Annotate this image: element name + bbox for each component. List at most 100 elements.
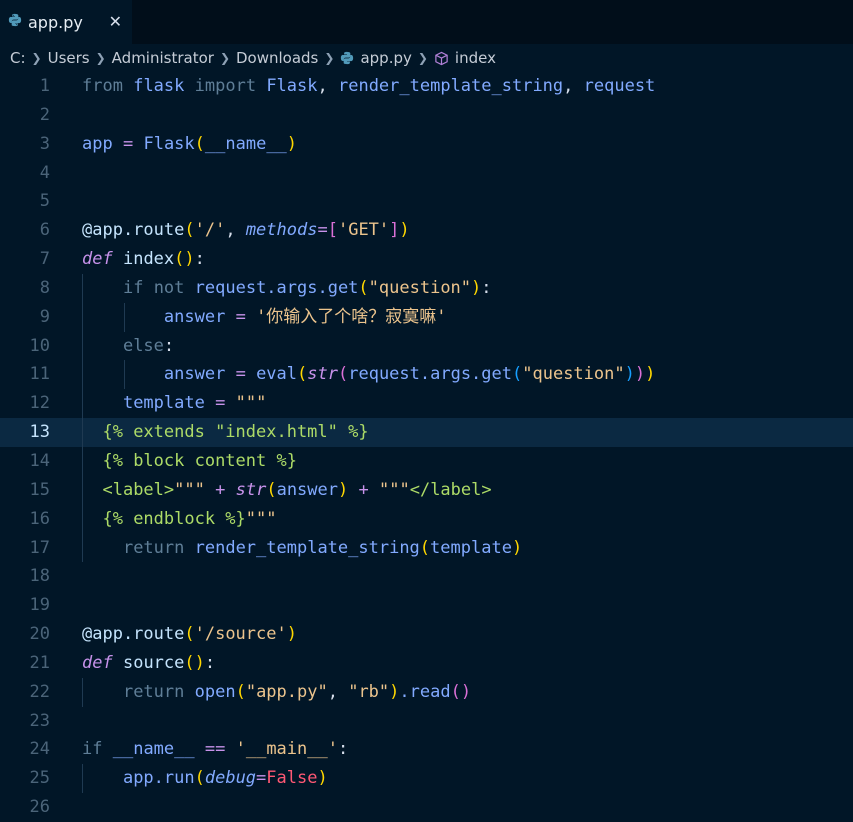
breadcrumb-label: index [454,49,496,67]
code-text: app = Flask(__name__) [82,130,297,159]
line-number: 4 [39,162,50,183]
code-token: .read [399,681,451,702]
tab-bar: app.py ✕ [0,0,853,44]
code-token: ( [358,277,369,298]
code-line[interactable]: 10 else: [0,331,853,361]
code-line[interactable]: 20 @app.route('/source') [0,620,853,649]
line-number: 10 [29,335,50,356]
code-token: ) [624,364,635,385]
code-token: @app.route [82,220,185,241]
tab-app-py[interactable]: app.py ✕ [0,0,132,44]
code-token: "question" [522,364,625,385]
code-line[interactable]: 18 [0,562,853,591]
code-line[interactable]: 19 [0,591,853,620]
code-line[interactable]: 3 app = Flask(__name__) [0,130,853,159]
code-line[interactable]: 26 [0,793,853,822]
code-line[interactable]: 22 return open("app.py", "rb").read() [0,677,853,707]
code-line[interactable]: 13 {% extends "index.html" %} [0,418,853,447]
code-line[interactable]: 1 from flask import Flask, render_templat… [0,72,853,101]
code-token: + [358,479,369,500]
line-number: 5 [39,191,50,212]
code-token: ( [184,220,195,241]
code-token: ) [399,220,410,241]
code-token: source [122,652,185,673]
code-line[interactable]: 7 def index(): [0,245,853,274]
chevron-right-icon: ❯ [324,51,335,65]
line-number: 18 [29,566,50,587]
code-token: , [563,76,584,96]
code-token: ( [194,768,205,789]
code-token: '__main__' [235,739,338,760]
code-line[interactable]: 2 [0,101,853,130]
code-token: eval [256,364,298,385]
breadcrumb-item-symbol[interactable]: index [434,49,496,67]
code-token: """ [379,479,410,500]
line-number: 7 [39,249,50,270]
code-line[interactable]: 4 [0,159,853,188]
code-line[interactable]: 14 {% block content %} [0,446,853,476]
line-number: 23 [29,710,50,731]
code-token: render_template_string [194,537,420,558]
code-token: </label> [409,479,492,500]
code-token: : [337,739,349,760]
breadcrumb-item-drive[interactable]: C: [10,49,26,67]
code-editor[interactable]: 1 from flask import Flask, render_templat… [0,72,853,822]
code-text: {% block content %} [82,447,296,476]
code-text: {% endblock %}""" [82,505,277,534]
code-line[interactable]: 8 if not request.args.get("question"): [0,273,853,303]
code-token: template [430,537,512,558]
code-token: : [481,277,492,298]
code-token: template [122,393,205,414]
python-file-icon [8,13,22,32]
breadcrumb-item-downloads[interactable]: Downloads [236,49,318,67]
code-line[interactable]: 12 template = """ [0,389,853,419]
code-token: def [82,652,113,673]
breadcrumb-item-file[interactable]: app.py [340,49,412,67]
code-line[interactable]: 5 [0,187,853,216]
code-line[interactable]: 6 @app.route('/', methods=['GET']) [0,216,853,245]
code-line[interactable]: 24 if __name__ == '__main__': [0,735,853,764]
breadcrumb-item-users[interactable]: Users [48,49,90,67]
code-token: index [122,249,175,270]
line-number: 15 [29,479,50,500]
code-line[interactable]: 23 [0,707,853,736]
code-token: : [204,652,216,673]
code-token: () [174,249,195,270]
code-token: ( [297,364,308,385]
code-token: {% endblock %} [102,508,246,529]
code-token: ( [184,624,195,645]
line-number: 3 [39,133,50,154]
code-text: return render_template_string(template) [82,534,522,563]
breadcrumb-label: Administrator [111,49,214,67]
code-token: '/' [194,220,226,241]
close-icon[interactable]: ✕ [109,12,122,31]
code-token: import [194,76,257,96]
code-line[interactable]: 15 <label>""" + str(answer) + """</label… [0,475,853,505]
code-line[interactable]: 11 answer = eval(str(request.args.get("q… [0,360,853,390]
line-number: 26 [29,797,50,818]
code-line[interactable]: 21 def source(): [0,649,853,678]
code-token: """ [245,508,277,529]
code-token: Flask [266,76,318,96]
code-line[interactable]: 16 {% endblock %}""" [0,504,853,534]
code-token: app [82,133,113,154]
code-text: app.run(debug=False) [82,764,328,793]
breadcrumb-item-administrator[interactable]: Administrator [112,49,214,67]
code-line[interactable]: 17 return render_template_string(templat… [0,533,853,563]
code-line[interactable]: 25 app.run(debug=False) [0,764,853,794]
code-line[interactable]: 9 answer = '你输入了个啥？寂寞嘛' [0,302,853,332]
